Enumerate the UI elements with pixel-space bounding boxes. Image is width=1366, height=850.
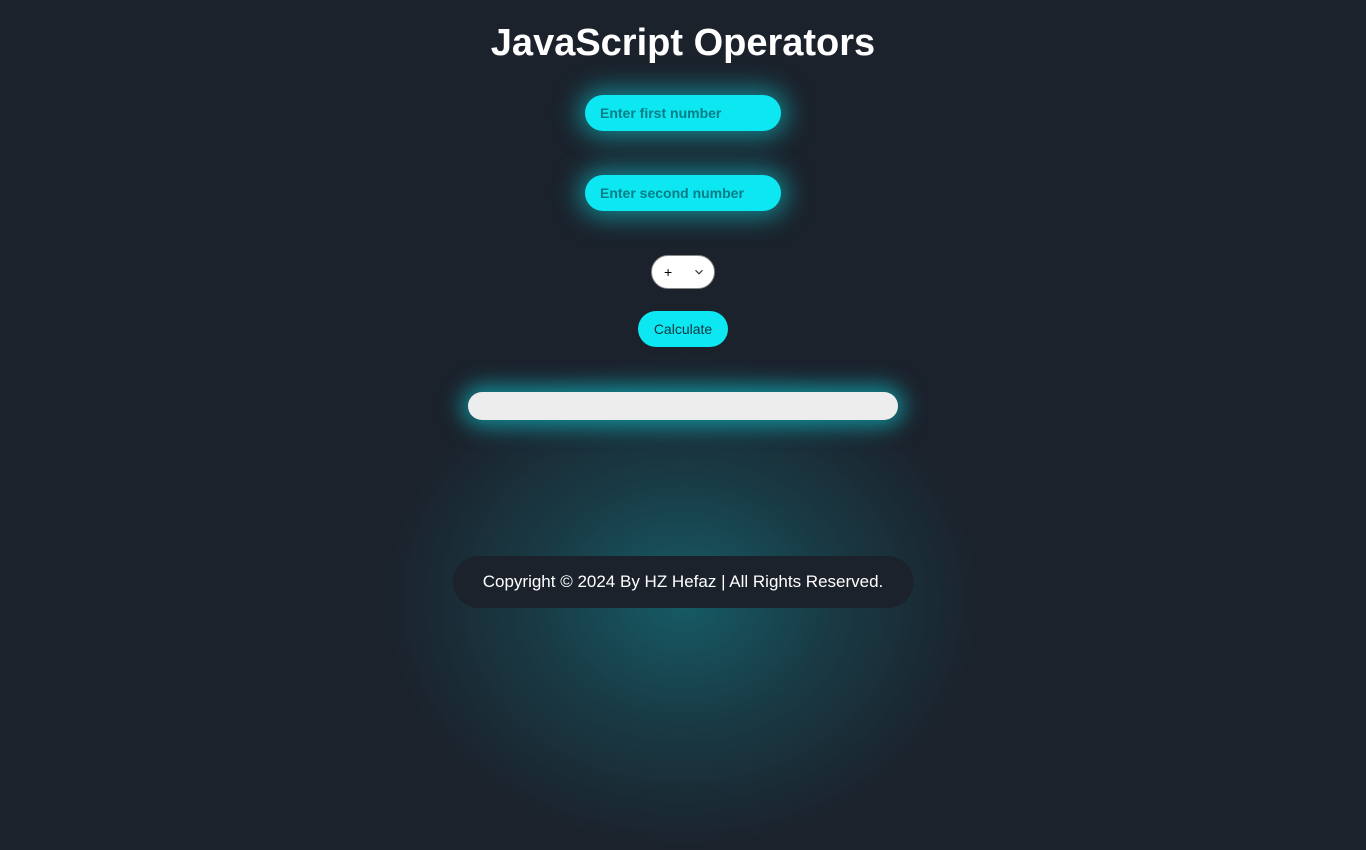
operator-wrapper: + [0, 255, 1366, 311]
main-container: JavaScript Operators + Calculate [0, 0, 1366, 420]
page-title: JavaScript Operators [0, 22, 1366, 65]
first-number-wrapper [0, 95, 1366, 175]
second-number-wrapper [0, 175, 1366, 255]
button-wrapper: Calculate [0, 311, 1366, 392]
first-number-input[interactable] [585, 95, 781, 131]
footer-copyright: Copyright © 2024 By HZ Hefaz | All Right… [453, 556, 914, 608]
second-number-input[interactable] [585, 175, 781, 211]
calculate-button[interactable]: Calculate [638, 311, 728, 347]
result-display [468, 392, 898, 420]
operator-select[interactable]: + [651, 255, 715, 289]
